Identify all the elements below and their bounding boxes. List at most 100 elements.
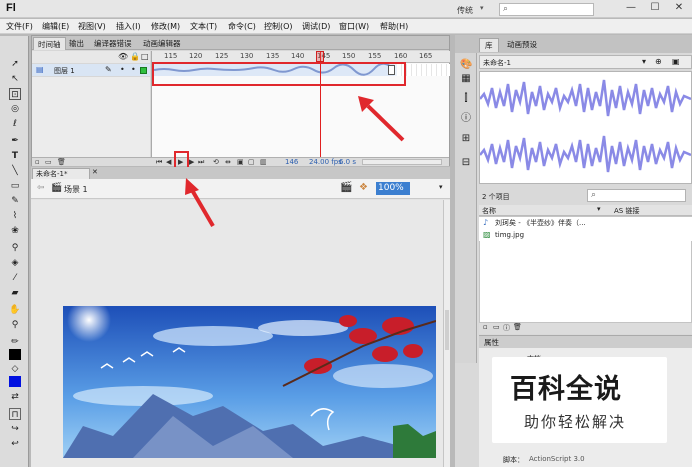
loop-icon[interactable]: ⟲ — [213, 158, 219, 166]
minimize-button[interactable]: — — [620, 1, 642, 15]
library-item-name[interactable]: timg.jpg — [495, 229, 524, 241]
stage-vscroll[interactable] — [443, 200, 450, 467]
column-name[interactable]: 名称 — [482, 206, 496, 216]
edit-symbols-icon[interactable]: ❖ — [359, 182, 368, 193]
stage-vscroll-thumb[interactable] — [445, 310, 449, 350]
tab-motion-editor[interactable]: 动画编辑器 — [139, 37, 185, 50]
new-layer-icon[interactable]: ▫ — [35, 158, 40, 166]
bone-tool-icon[interactable]: ⚲ — [9, 242, 21, 254]
hand-tool-icon[interactable]: ✋ — [9, 304, 21, 316]
center-frame-icon[interactable]: ⇹ — [225, 158, 231, 166]
tab-output[interactable]: 输出 — [65, 37, 88, 50]
restore-button[interactable]: ☐ — [644, 1, 666, 15]
zoom-select[interactable]: 100% — [376, 182, 410, 195]
line-tool-icon[interactable]: ╲ — [9, 165, 21, 177]
tab-library[interactable]: 库 — [479, 38, 499, 52]
zoom-tool-icon[interactable]: ⚲ — [9, 319, 21, 331]
paint-bucket-tool-icon[interactable]: ◈ — [9, 257, 21, 269]
menu-file[interactable]: 文件(F) — [6, 21, 33, 32]
subselection-tool-icon[interactable]: ↖ — [9, 73, 21, 85]
help-search-input[interactable]: ⌕ — [499, 3, 594, 16]
text-tool-icon[interactable]: T — [9, 150, 21, 162]
eyedropper-tool-icon[interactable]: ⁄ — [9, 272, 21, 284]
list-item[interactable]: ▨ timg.jpg — [479, 229, 692, 241]
playhead-marker[interactable] — [316, 51, 324, 62]
step-back-icon[interactable]: ◀ — [166, 158, 171, 166]
new-library-panel-icon[interactable]: ▣ — [672, 57, 680, 66]
pin-icon[interactable]: ⊕ — [655, 57, 662, 66]
workspace-mode-label[interactable]: 传统 — [457, 5, 473, 16]
onion-outline-icon[interactable]: ▢ — [248, 158, 255, 166]
eraser-tool-icon[interactable]: ▰ — [9, 287, 21, 299]
lock-icon[interactable]: 🔒 — [130, 52, 140, 61]
brush-tool-icon[interactable]: ⌇ — [9, 210, 21, 222]
pen-tool-icon[interactable]: ✒ — [9, 135, 21, 147]
close-button[interactable]: ✕ — [668, 1, 690, 15]
stage-image[interactable] — [63, 306, 436, 458]
menu-control[interactable]: 控制(O) — [264, 21, 293, 32]
library-document-name[interactable]: 未命名-1 — [483, 58, 511, 68]
color-panel-icon[interactable]: 🎨 — [460, 59, 472, 71]
list-item[interactable]: ♪ 刘珂矣 - 《半壶纱》伴奏（... — [479, 217, 692, 229]
layer-lock-dot[interactable]: • — [131, 65, 136, 74]
chevron-down-icon[interactable]: ▾ — [439, 183, 443, 191]
3d-rotation-tool-icon[interactable]: ◎ — [9, 103, 21, 115]
layer-outline-color[interactable] — [140, 67, 147, 74]
edit-multiple-frames-icon[interactable]: ▥ — [260, 158, 267, 166]
scene-name[interactable]: 场景 1 — [64, 184, 88, 195]
menu-view[interactable]: 视图(V) — [78, 21, 106, 32]
fill-color-swatch[interactable] — [9, 376, 21, 387]
tab-motion-presets[interactable]: 动画预设 — [502, 38, 542, 52]
go-to-first-frame-icon[interactable]: ⏮ — [156, 158, 162, 167]
edit-scene-icon[interactable]: 🎬 — [340, 182, 352, 193]
layer-visible-dot[interactable]: • — [120, 65, 125, 74]
chevron-down-icon[interactable]: ▾ — [597, 205, 601, 213]
timeline-hscroll[interactable] — [362, 159, 442, 165]
layer-name[interactable]: 图层 1 — [54, 66, 75, 76]
swatches-panel-icon[interactable]: ▦ — [460, 73, 472, 85]
delete-icon[interactable]: 🗑 — [513, 323, 522, 331]
properties-icon[interactable]: ⓘ — [503, 323, 510, 333]
chevron-down-icon[interactable]: ▾ — [480, 4, 484, 12]
eye-icon[interactable]: 👁 — [118, 52, 128, 61]
column-linkage[interactable]: AS 链接 — [614, 206, 639, 216]
properties-tab[interactable]: 属性 — [479, 335, 692, 348]
menu-help[interactable]: 帮助(H) — [380, 21, 408, 32]
close-icon[interactable]: ✕ — [92, 168, 98, 176]
components-panel-icon[interactable]: ⊟ — [460, 157, 472, 169]
library-item-name[interactable]: 刘珂矣 - 《半壶纱》伴奏（... — [495, 217, 586, 229]
menu-text[interactable]: 文本(T) — [190, 21, 217, 32]
menu-debug[interactable]: 调试(D) — [302, 21, 330, 32]
layer-row[interactable]: ▤ 图层 1 ✎ • • — [32, 64, 150, 76]
menu-modify[interactable]: 修改(M) — [151, 21, 180, 32]
new-folder-icon[interactable]: ▭ — [45, 158, 52, 166]
free-transform-tool-icon[interactable]: ⊡ — [9, 88, 21, 100]
tab-timeline[interactable]: 时间轴 — [33, 37, 66, 50]
step-forward-icon[interactable]: ▶ — [189, 158, 194, 166]
library-search-input[interactable]: ⌕ — [587, 189, 686, 202]
menu-edit[interactable]: 编辑(E) — [42, 21, 69, 32]
back-arrow-icon[interactable]: ⇦ — [37, 183, 45, 193]
chevron-down-icon[interactable]: ▾ — [642, 57, 646, 66]
menu-window[interactable]: 窗口(W) — [339, 21, 369, 32]
fill-color-icon[interactable]: ◇ — [9, 363, 21, 375]
rectangle-tool-icon[interactable]: ▭ — [9, 180, 21, 192]
current-frame[interactable]: 146 — [285, 158, 298, 166]
delete-layer-icon[interactable]: 🗑 — [57, 158, 66, 166]
stroke-color-swatch[interactable] — [9, 349, 21, 360]
align-panel-icon[interactable]: ⫿ — [460, 93, 472, 105]
stroke-color-icon[interactable]: ✏ — [9, 336, 21, 348]
onion-skin-icon[interactable]: ▣ — [237, 158, 244, 166]
tab-compiler-errors[interactable]: 编译器错误 — [90, 37, 136, 50]
deco-tool-icon[interactable]: ❀ — [9, 225, 21, 237]
frame-rate[interactable]: 24.00 fps — [309, 158, 342, 166]
stage-pasteboard[interactable] — [31, 200, 443, 467]
smooth-icon[interactable]: ↪ — [9, 423, 21, 435]
library-document-select[interactable]: 未命名-1 ▾ ⊕ ▣ — [479, 55, 692, 69]
swap-colors-icon[interactable]: ⇄ — [9, 391, 21, 403]
new-folder-icon[interactable]: ▭ — [493, 323, 500, 331]
outline-icon[interactable]: □ — [141, 52, 149, 61]
menu-commands[interactable]: 命令(C) — [228, 21, 256, 32]
straighten-icon[interactable]: ↩ — [9, 438, 21, 450]
lasso-tool-icon[interactable]: ℓ — [9, 118, 21, 130]
